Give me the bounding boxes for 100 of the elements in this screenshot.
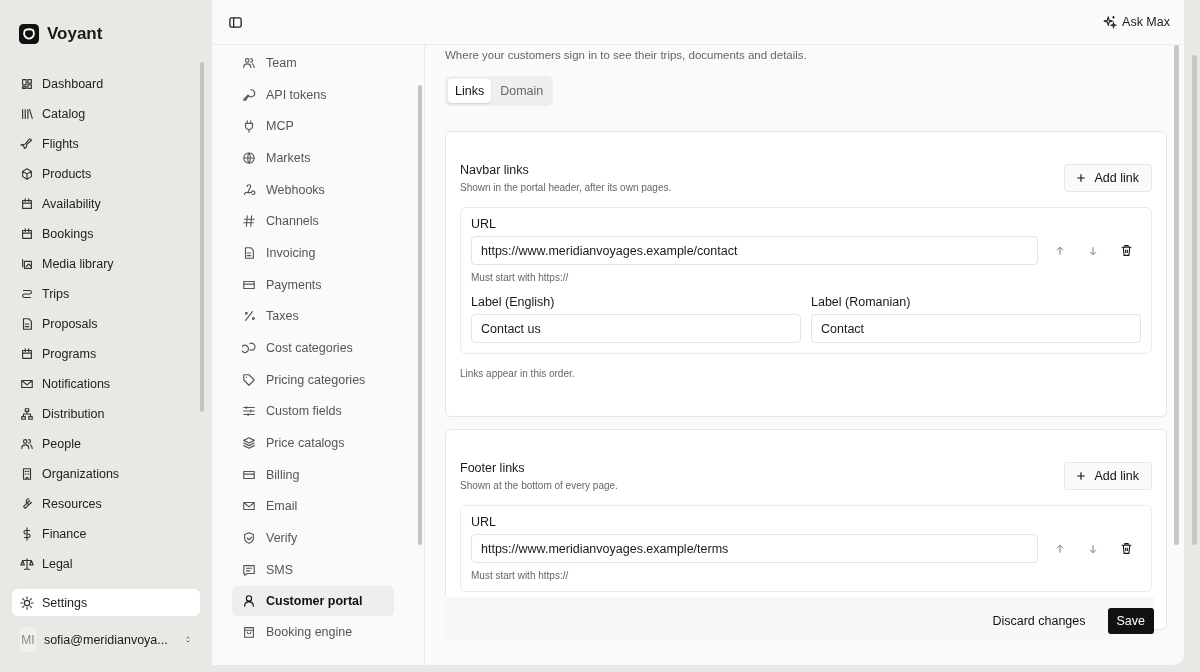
sidebar-item[interactable]: Trips	[0, 279, 212, 309]
tab[interactable]: Links	[448, 79, 492, 103]
message-icon	[242, 562, 256, 577]
settings-nav-item[interactable]: Payments	[232, 268, 394, 301]
plus-icon	[1074, 172, 1087, 184]
field-label: URL	[471, 515, 497, 529]
settings-nav-item[interactable]: SMS	[232, 554, 394, 586]
sidebar-item[interactable]: Products	[0, 159, 212, 189]
arrow-up-icon[interactable]	[1054, 542, 1066, 555]
settings-nav-item[interactable]: Markets	[232, 142, 394, 174]
brand-name: Voyant	[47, 24, 103, 44]
save-button[interactable]: Save	[1107, 608, 1154, 634]
sidebar-item[interactable]: Bookings	[0, 219, 212, 249]
calendar-icon	[20, 347, 34, 361]
field-hint: Must start with https://	[471, 570, 570, 581]
settings-nav-item[interactable]: Email	[232, 490, 394, 523]
sidebar-toggle-icon[interactable]	[228, 14, 243, 30]
section-title: Navbar links	[460, 163, 530, 177]
sidebar-item[interactable]: Settings	[12, 589, 200, 616]
settings-nav-item[interactable]: Pricing categories	[232, 363, 394, 396]
note-text: Links appear in this order.	[460, 368, 576, 379]
tag-icon	[242, 372, 256, 387]
user-email[interactable]: sofia@meridianvoya...	[43, 632, 168, 647]
trash-icon[interactable]	[1120, 244, 1133, 257]
percent-icon	[242, 309, 256, 324]
people-icon	[242, 55, 256, 70]
people-icon	[20, 437, 34, 451]
hierarchy-icon	[20, 407, 34, 421]
settings-nav-item[interactable]: MCP	[232, 110, 394, 143]
settings-nav-item[interactable]: Billing	[232, 458, 394, 491]
url-field[interactable]: https://www.meridianvoyages.example/terms	[471, 534, 1038, 563]
sidebar-item[interactable]: Dashboard	[0, 69, 212, 99]
ask-button[interactable]: Ask Max	[1103, 15, 1170, 29]
envelope-icon	[20, 377, 34, 391]
sidebar-item[interactable]: Organizations	[0, 459, 212, 489]
add-link-button[interactable]: Add link	[1063, 164, 1152, 192]
globe-icon	[242, 150, 256, 165]
settings-nav-item[interactable]: Cost categories	[232, 332, 394, 364]
field-hint: Must start with https://	[471, 272, 570, 283]
add-link-button[interactable]: Add link	[1063, 462, 1152, 490]
sliders-icon	[242, 404, 256, 419]
arrow-down-icon[interactable]	[1087, 244, 1099, 257]
books-icon	[20, 107, 34, 121]
label-field[interactable]: Contact	[811, 314, 1141, 343]
building-icon	[20, 467, 34, 481]
document-icon	[20, 317, 34, 331]
hash-icon	[242, 214, 256, 229]
scrollbar[interactable]	[1192, 55, 1197, 545]
route-icon	[20, 287, 34, 301]
arrow-up-icon[interactable]	[1054, 244, 1066, 257]
settings-nav-item[interactable]: Customer portal	[232, 585, 394, 616]
label-field[interactable]: Contact us	[471, 314, 801, 343]
sidebar-item[interactable]: Legal	[0, 549, 212, 579]
sidebar-item[interactable]: Distribution	[0, 399, 212, 429]
scrollbar[interactable]	[200, 62, 204, 412]
bag-icon	[242, 624, 256, 639]
section-title: Footer links	[460, 461, 526, 475]
sidebar-item[interactable]: Media library	[0, 249, 212, 279]
discard-button[interactable]: Discard changes	[986, 613, 1092, 629]
settings-nav-item[interactable]: Channels	[232, 205, 394, 238]
section-description: Shown in the portal header, after its own pages.	[460, 182, 672, 193]
person-icon	[242, 593, 256, 608]
scale-icon	[20, 557, 34, 571]
field-label: URL	[471, 217, 497, 231]
settings-nav-item[interactable]: Webhooks	[232, 173, 394, 206]
tab[interactable]: Domain	[493, 79, 551, 103]
sparkle-icon	[1103, 15, 1118, 29]
document-icon	[242, 245, 256, 260]
settings-nav-item[interactable]: Team	[232, 47, 394, 79]
sidebar-item[interactable]: Catalog	[0, 99, 212, 129]
sidebar-item[interactable]: Finance	[0, 519, 212, 549]
settings-nav-item[interactable]: Custom fields	[232, 395, 394, 428]
shield-icon	[242, 531, 256, 546]
trash-icon[interactable]	[1120, 542, 1133, 555]
settings-nav-item[interactable]: Invoicing	[232, 237, 394, 269]
field-label: Label (English)	[471, 295, 556, 309]
calendar-icon	[20, 197, 34, 211]
sidebar-item[interactable]: Flights	[0, 129, 212, 159]
arrow-down-icon[interactable]	[1087, 542, 1099, 555]
sidebar-item[interactable]: Availability	[0, 189, 212, 219]
url-field[interactable]: https://www.meridianvoyages.example/contact	[471, 236, 1038, 265]
calendar-icon	[20, 227, 34, 241]
sidebar-item[interactable]: Notifications	[0, 369, 212, 399]
dollar-icon	[20, 527, 34, 541]
field-label: Label (Romanian)	[811, 295, 912, 309]
settings-nav-item[interactable]: Verify	[232, 522, 394, 554]
sidebar-item[interactable]: People	[0, 429, 212, 459]
logo-icon	[19, 24, 39, 44]
settings-nav-item[interactable]: API tokens	[232, 78, 394, 111]
settings-nav-item[interactable]: Booking engine	[232, 615, 394, 648]
scrollbar[interactable]	[418, 85, 422, 545]
sidebar-item[interactable]: Proposals	[0, 309, 212, 339]
section-description: Shown at the bottom of every page.	[460, 480, 618, 491]
settings-nav-item[interactable]: Taxes	[232, 300, 394, 333]
settings-nav-item[interactable]: Price catalogs	[232, 427, 394, 459]
layers-icon	[242, 436, 256, 451]
scrollbar[interactable]	[1174, 45, 1179, 545]
sidebar-item[interactable]: Programs	[0, 339, 212, 369]
image-icon	[20, 257, 34, 271]
sidebar-item[interactable]: Resources	[0, 489, 212, 519]
